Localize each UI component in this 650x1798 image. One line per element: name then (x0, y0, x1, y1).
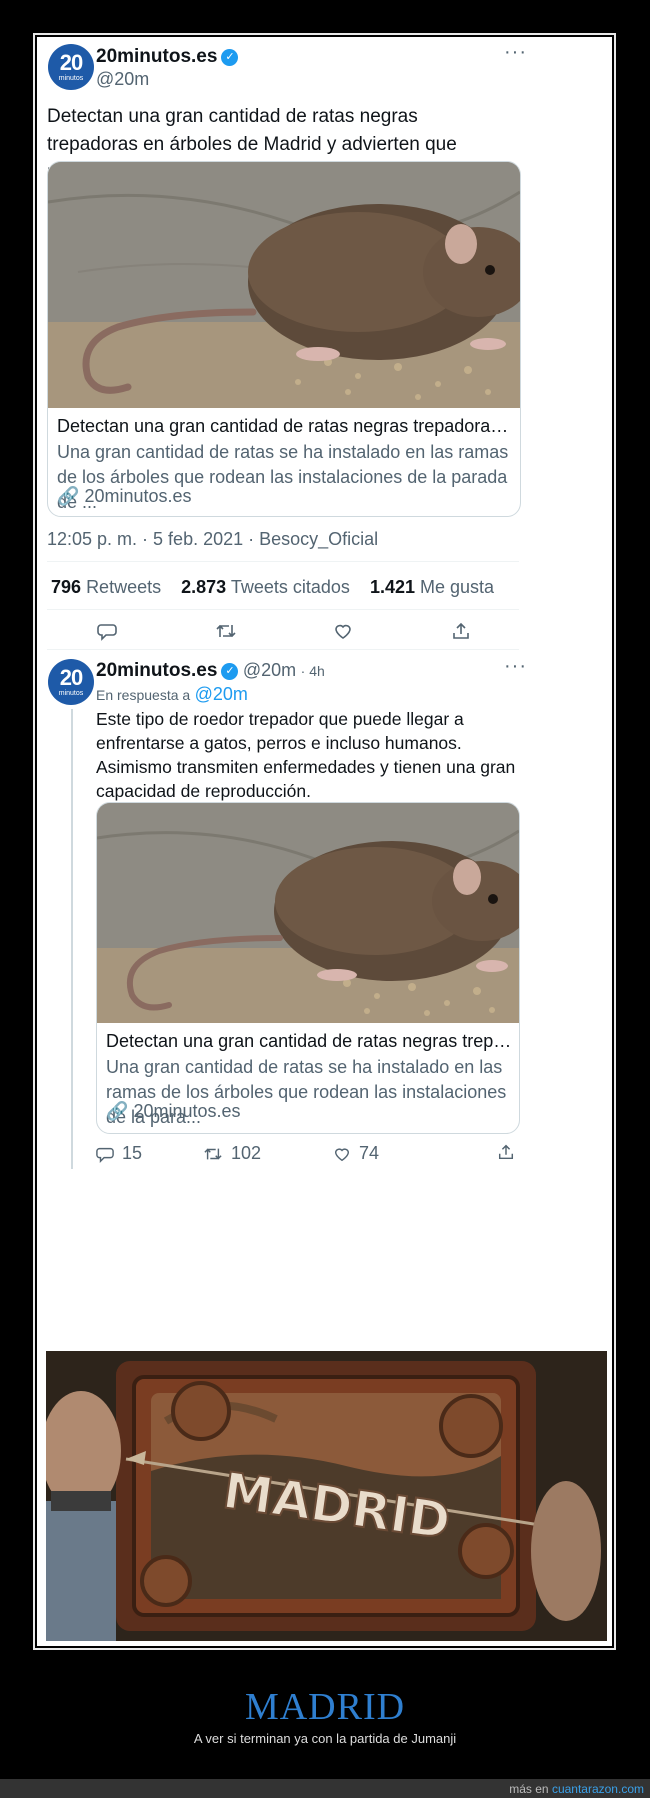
retweet-icon (204, 1147, 222, 1160)
retweet-icon[interactable] (215, 621, 237, 641)
share-icon[interactable] (497, 1143, 515, 1161)
reply-display-name[interactable]: 20minutos.es (96, 660, 217, 681)
link-card-domain-line: 🔗 20minutos.es (57, 486, 192, 507)
tweet-stats: 796 Retweets 2.873 Tweets citados 1.421 … (51, 577, 494, 598)
display-name[interactable]: 20minutos.es (96, 46, 217, 67)
reply-icon (96, 1147, 114, 1163)
more-options-icon[interactable]: ··· (504, 655, 527, 678)
footer-credit: más en cuantarazon.com (509, 1782, 644, 1796)
reply-icon[interactable] (97, 621, 117, 641)
reply-link-card-domain-line: 🔗 20minutos.es (106, 1101, 241, 1122)
jumanji-illustration: MADRID (46, 1351, 607, 1641)
reply-author-line: 20minutos.es ✓ @20m · 4h (96, 660, 325, 682)
footer-link[interactable]: cuantarazon.com (552, 1782, 644, 1796)
link-icon: 🔗 (106, 1101, 129, 1121)
like-count: 74 (359, 1143, 380, 1163)
reply-count: 15 (122, 1143, 143, 1163)
verified-icon: ✓ (221, 49, 239, 67)
avatar-logo-text: 20 (59, 665, 84, 690)
reply-context: En respuesta a @20m (96, 684, 248, 705)
reply-avatar[interactable]: 20 minutos (48, 659, 94, 705)
like-icon (334, 1147, 350, 1161)
retweets-count: 796 (51, 577, 82, 597)
reply-link-card-domain: 20minutos.es (133, 1101, 241, 1121)
quotes-count: 2.873 (181, 577, 227, 597)
tweet-timestamp[interactable]: 12:05 p. m. · 5 feb. 2021 · Besocy_Ofici… (47, 529, 378, 550)
link-icon: 🔗 (57, 486, 80, 506)
likes-count: 1.421 (369, 577, 415, 597)
reply-text: Este tipo de roedor trepador que puede l… (96, 709, 516, 801)
author-line: 20minutos.es ✓ (96, 46, 239, 68)
link-card-domain: 20minutos.es (84, 486, 192, 506)
retweet-count: 102 (231, 1143, 262, 1163)
link-card-title: Detectan una gran cantidad de ratas negr… (57, 416, 513, 436)
footer-bar: más en cuantarazon.com (0, 1779, 650, 1798)
link-card[interactable]: Detectan una gran cantidad de ratas negr… (47, 161, 521, 517)
share-icon[interactable] (451, 621, 471, 641)
verified-icon: ✓ (221, 663, 239, 681)
caption-title: MADRID (244, 1686, 406, 1728)
like-icon[interactable] (333, 621, 353, 641)
reply-link-card[interactable]: Detectan una gran cantidad de ratas negr… (96, 802, 520, 1134)
reply-to-handle[interactable]: @20m (195, 684, 248, 704)
divider (47, 561, 519, 562)
divider (47, 649, 519, 650)
likes-stat[interactable]: 1.421 Me gusta (370, 577, 494, 597)
quotes-label: Tweets citados (230, 577, 350, 597)
reply-retweet-button[interactable]: 102 (203, 1143, 261, 1164)
rat-image (48, 162, 520, 408)
caption-subtitle: A ver si terminan ya con la partida de J… (193, 1731, 457, 1746)
likes-label: Me gusta (420, 577, 495, 597)
avatar-logo-subtext: minutos (58, 690, 84, 697)
quotes-stat[interactable]: 2.873 Tweets citados (181, 577, 350, 597)
jumanji-board-image: MADRID (46, 1351, 607, 1641)
avatar-logo-subtext: minutos (58, 75, 84, 82)
avatar-logo-text: 20 (59, 50, 84, 75)
reply-prefix: En respuesta a (96, 687, 191, 703)
rat-illustration (97, 803, 519, 1023)
rat-image (97, 803, 519, 1023)
reply-time[interactable]: · 4h (301, 663, 325, 679)
reply-link-card-title: Detectan una gran cantidad de ratas negr… (106, 1031, 512, 1051)
retweets-label: Retweets (86, 577, 162, 597)
avatar[interactable]: 20 minutos (48, 44, 94, 90)
reply-handle[interactable]: @20m (243, 660, 296, 680)
rat-illustration (48, 162, 520, 408)
footer-prefix: más en (509, 1782, 549, 1796)
reply-reply-button[interactable]: 15 (96, 1143, 142, 1164)
handle[interactable]: @20m (96, 69, 149, 90)
screenshot-card: 20 minutos 20minutos.es ✓ @20m ··· Detect… (37, 37, 612, 1646)
more-options-icon[interactable]: ··· (504, 41, 527, 64)
retweets-stat[interactable]: 796 Retweets (51, 577, 161, 597)
reply-like-button[interactable]: 74 (333, 1143, 379, 1164)
divider (47, 609, 519, 610)
thread-line (71, 709, 73, 1169)
